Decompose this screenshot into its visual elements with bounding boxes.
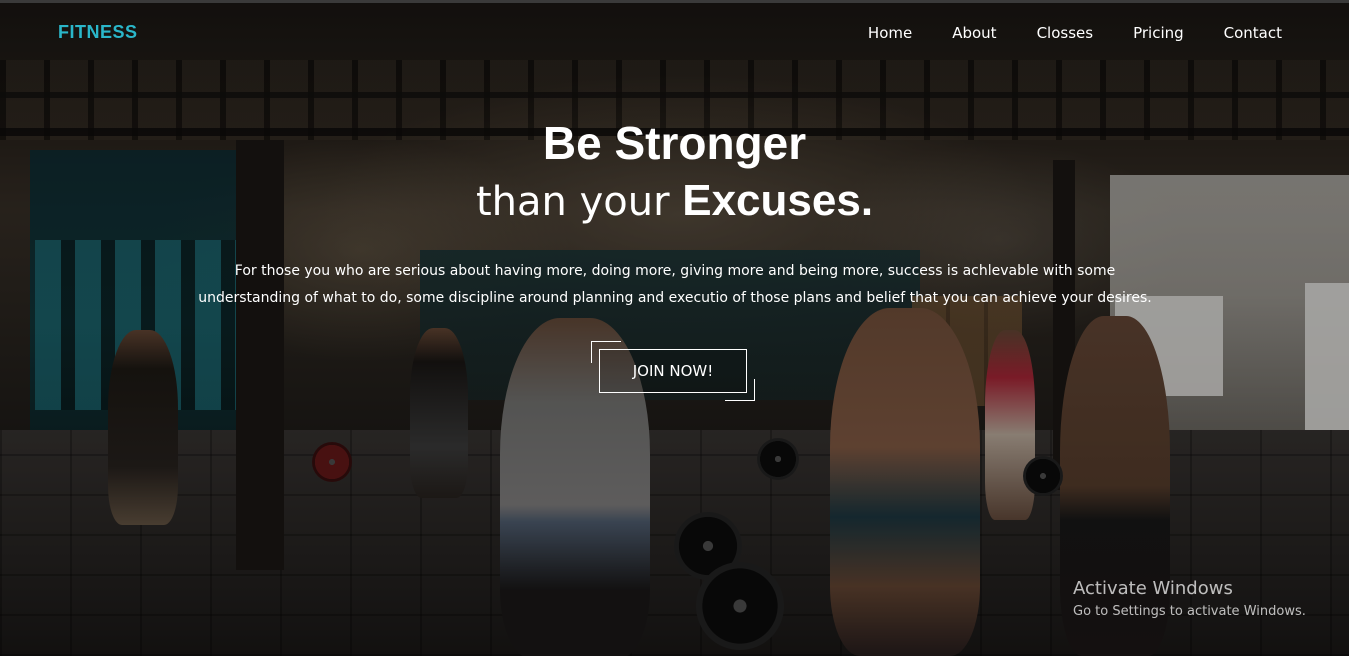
join-now-button[interactable]: JOIN NOW!	[599, 349, 747, 393]
landing-page: FITNESS Home About Closses Pricing Conta…	[0, 0, 1349, 656]
nav-item-home[interactable]: Home	[868, 24, 912, 42]
hero-description-line: understanding of what to do, some discip…	[198, 290, 1152, 306]
hero-subtitle-bold: Excuses.	[682, 176, 874, 225]
nav-menu: Home About Closses Pricing Contact	[868, 24, 1282, 42]
nav-item-contact[interactable]: Contact	[1224, 24, 1282, 42]
nav-item-about[interactable]: About	[952, 24, 996, 42]
hero-subtitle-light: than your	[475, 179, 683, 225]
dark-overlay	[0, 0, 1349, 656]
hero-title: Be Stronger	[542, 117, 807, 169]
hero-subtitle: than your Excuses.	[0, 176, 1349, 226]
activation-title: Activate Windows	[1073, 578, 1233, 599]
brand-logo[interactable]: FITNESS	[58, 22, 138, 43]
hero-description-line: For those you who are serious about havi…	[234, 263, 1116, 279]
activation-subtitle: Go to Settings to activate Windows.	[1073, 604, 1306, 619]
navbar: FITNESS Home About Closses Pricing Conta…	[0, 0, 1349, 66]
nav-item-pricing[interactable]: Pricing	[1133, 24, 1184, 42]
windows-activation-watermark: Activate Windows Go to Settings to activ…	[1073, 578, 1306, 619]
nav-item-classes[interactable]: Closses	[1037, 24, 1094, 42]
hero-description: For those you who are serious about havi…	[190, 258, 1160, 312]
